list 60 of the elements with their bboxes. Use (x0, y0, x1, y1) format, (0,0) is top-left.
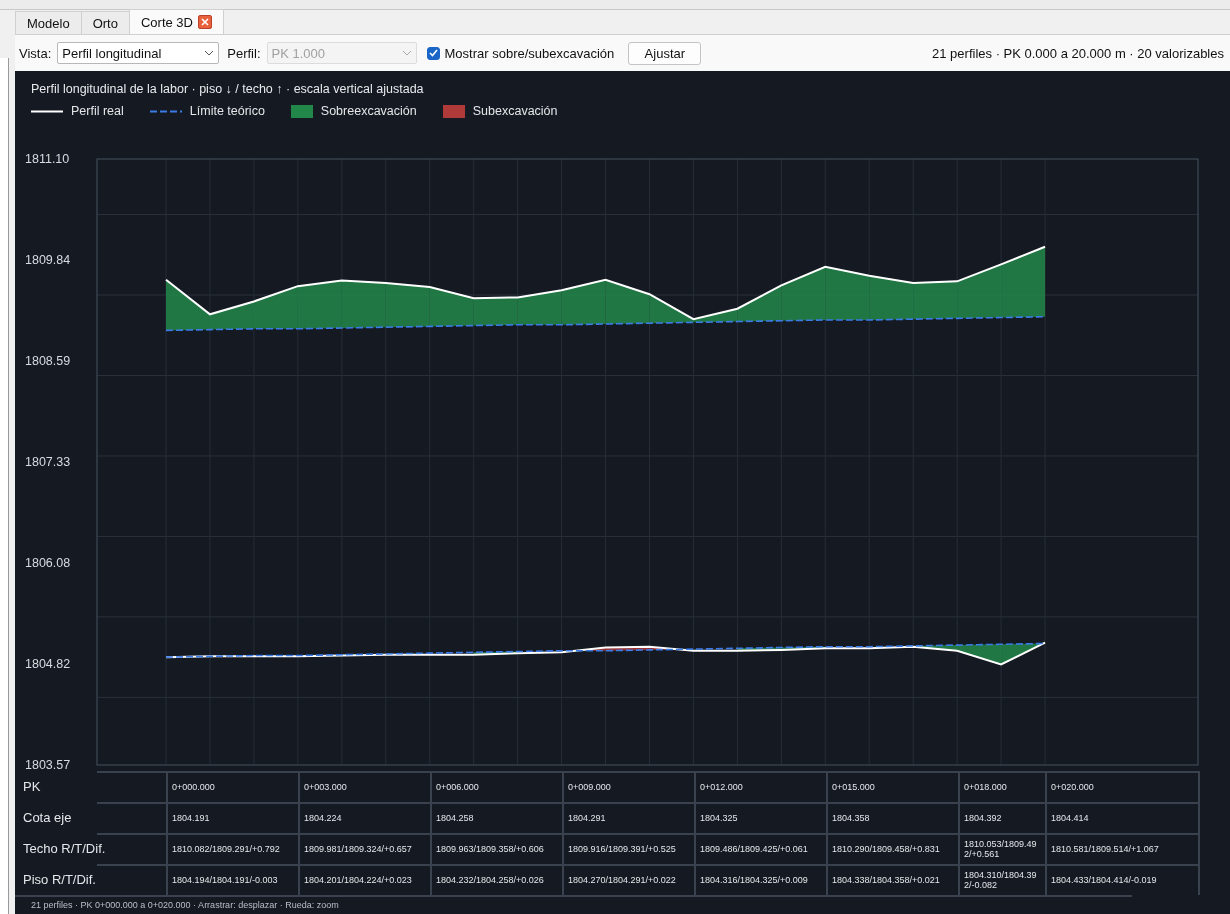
table-cell: 1804.433/1804.414/-0.019 (1045, 864, 1198, 895)
adjust-button[interactable]: Ajustar (628, 41, 702, 65)
y-tick-label: 1804.82 (25, 657, 71, 671)
legend-label: Límite teórico (189, 104, 265, 118)
table-cell: 1804.258 (430, 802, 562, 833)
table-cell: 1804.414 (1045, 802, 1198, 833)
summary-text: 21 perfiles · PK 0.000 a 20.000 m · 20 valorizables (932, 45, 1224, 61)
y-tick-label: 1803.57 (25, 758, 71, 771)
table-cell: 1804.232/1804.258/+0.026 (430, 864, 562, 895)
table-cell: 1804.310/1804.392/-0.082 (958, 864, 1045, 895)
chart-title: Perfil longitudinal de la labor · piso ↓ / techo ↑ · escala vertical ajustada (31, 82, 425, 96)
legend-label: Sobreexcavación (320, 104, 417, 118)
table-cell: 1804.201/1804.224/+0.023 (298, 864, 430, 895)
legend-line (31, 109, 63, 113)
table-cell: 1804.392 (958, 802, 1045, 833)
table-cell: 1804.270/1804.291/+0.022 (562, 864, 694, 895)
table-cell: 1804.358 (826, 802, 958, 833)
perfil-label: Perfil: (227, 45, 261, 61)
table-cell: 1810.581/1809.514/+1.067 (1045, 833, 1198, 864)
tab[interactable]: Modelo (15, 11, 82, 34)
table-cell: 1809.963/1809.358/+0.606 (430, 833, 562, 864)
checkbox[interactable] (426, 46, 440, 60)
status-text: 21 perfiles · PK 0+000.000 a 0+020.000 · Arrastrar: desplazar · Rueda: zoom (15, 895, 1132, 910)
table-cell: 1804.316/1804.325/+0.009 (694, 864, 826, 895)
table-cell: 0+009.000 (562, 771, 694, 802)
table-cell: 1809.486/1809.425/+0.061 (694, 833, 826, 864)
table-cell: 1804.325 (694, 802, 826, 833)
table-cell: 1810.053/1809.492/+0.561 (958, 833, 1045, 864)
vista-select[interactable]: Perfil longitudinal (57, 42, 220, 64)
checkbox-label: Mostrar sobre/subexcavación (444, 45, 615, 61)
table-cell: 1804.194/1804.191/-0.003 (166, 864, 298, 895)
y-tick-label: 1807.33 (25, 455, 71, 469)
table-cell: 0+018.000 (958, 771, 1045, 802)
legend-label: Perfil real (71, 104, 124, 118)
tab[interactable]: Orto (80, 11, 130, 34)
table-cell: 1809.981/1809.324/+0.657 (298, 833, 430, 864)
chevron-down-icon (401, 50, 412, 56)
table-cell: 1804.191 (166, 802, 298, 833)
table-cell: 0+000.000 (166, 771, 298, 802)
tab[interactable]: Corte 3D (128, 9, 224, 34)
table-cell: 0+020.000 (1045, 771, 1198, 802)
y-tick-label: 1808.59 (25, 354, 71, 368)
table-cell: 1809.916/1809.391/+0.525 (562, 833, 694, 864)
legend-label: Subexcavación (472, 104, 558, 118)
table-cell: 0+012.000 (694, 771, 826, 802)
table-cell: 1810.290/1809.458/+0.831 (826, 833, 958, 864)
table-cell: 0+015.000 (826, 771, 958, 802)
table-cell: 1804.224 (298, 802, 430, 833)
chevron-down-icon (204, 50, 215, 56)
table-cell: 1810.082/1809.291/+0.792 (166, 833, 298, 864)
close-icon[interactable] (197, 15, 212, 29)
table-cell: 1804.338/1804.358/+0.021 (826, 864, 958, 895)
vista-label: Vista: (19, 45, 52, 61)
y-tick-label: 1811.10 (25, 152, 70, 166)
table-cell: 0+003.000 (298, 771, 430, 802)
legend-line (149, 109, 182, 113)
table-cell: 1804.291 (562, 802, 694, 833)
table-cell: 0+006.000 (430, 771, 562, 802)
y-tick-label: 1806.08 (25, 556, 71, 570)
y-tick-label: 1809.84 (25, 253, 71, 267)
